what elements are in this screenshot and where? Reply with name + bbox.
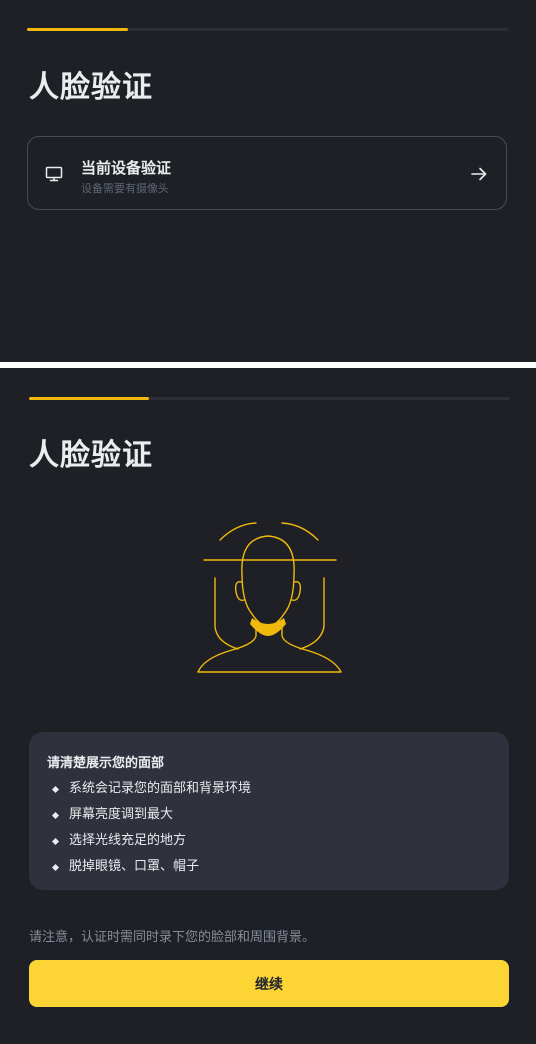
diamond-bullet-icon <box>51 811 60 820</box>
arrow-right-icon <box>471 167 487 181</box>
tips-list: 系统会记录您的面部和背景环境 屏幕亮度调到最大 选择光线充足的地方 脱掉眼镜、口… <box>51 776 251 880</box>
progress-fill <box>27 28 128 31</box>
tip-text: 屏幕亮度调到最大 <box>69 807 174 822</box>
page-title: 人脸验证 <box>29 438 153 473</box>
progress-bar <box>29 397 510 400</box>
option-subtitle: 设备需要有摄像头 <box>81 182 169 195</box>
page-title: 人脸验证 <box>29 70 153 105</box>
verification-method-screen: 人脸验证 当前设备验证 设备需要有摄像头 <box>0 0 536 362</box>
progress-fill <box>29 397 150 400</box>
face-verification-instructions-screen: 人脸验证 请清楚展示您的面部 系统会记录您的面部和背景环境 屏幕亮度调到最大 选… <box>0 368 536 1044</box>
diamond-bullet-icon <box>51 863 60 872</box>
tip-item: 屏幕亮度调到最大 <box>51 802 251 828</box>
tip-item: 系统会记录您的面部和背景环境 <box>51 776 251 802</box>
tips-panel: 请清楚展示您的面部 系统会记录您的面部和背景环境 屏幕亮度调到最大 选择光线充足… <box>29 732 509 890</box>
recording-notice: 请注意，认证时需同时录下您的脸部和周围背景。 <box>29 930 316 945</box>
tip-text: 脱掉眼镜、口罩、帽子 <box>69 859 200 874</box>
diamond-bullet-icon <box>51 837 60 846</box>
progress-bar <box>27 28 508 31</box>
face-scan-icon <box>197 522 342 673</box>
option-title: 当前设备验证 <box>81 159 172 177</box>
tip-item: 选择光线充足的地方 <box>51 828 251 854</box>
continue-button[interactable]: 继续 <box>29 960 509 1007</box>
tips-title: 请清楚展示您的面部 <box>47 756 165 771</box>
diamond-bullet-icon <box>51 785 60 794</box>
monitor-icon <box>45 166 63 182</box>
tip-item: 脱掉眼镜、口罩、帽子 <box>51 854 251 880</box>
tip-text: 选择光线充足的地方 <box>69 833 187 848</box>
tip-text: 系统会记录您的面部和背景环境 <box>69 781 252 796</box>
current-device-verification-option[interactable]: 当前设备验证 设备需要有摄像头 <box>27 136 507 210</box>
